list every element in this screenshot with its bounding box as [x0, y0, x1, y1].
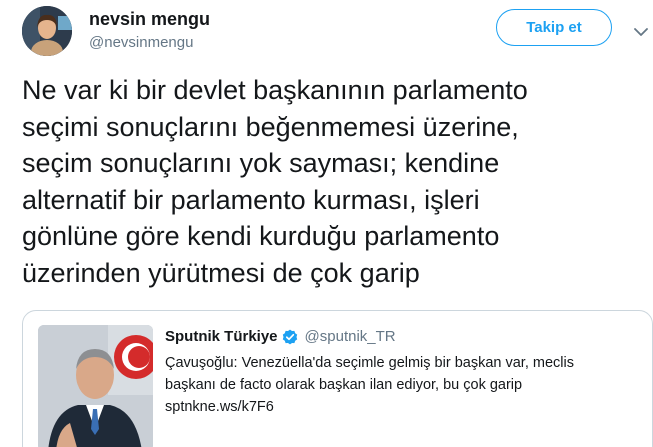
author-name[interactable]: nevsin mengu — [89, 9, 210, 30]
quoted-author-handle[interactable]: @sputnik_TR — [305, 328, 396, 345]
tweet-text-line: Ne var ki bir devlet başkanının parlamen… — [22, 75, 528, 105]
quoted-tweet[interactable]: Sputnik Türkiye @sputnik_TR Çavuşoğlu: V… — [22, 310, 653, 447]
quoted-text-line: başkanı de facto olarak başkan ilan ediy… — [165, 377, 523, 393]
quoted-tweet-text: Çavuşoğlu: Venezüella'da seçimle gelmiş … — [165, 352, 650, 418]
verified-badge-icon — [282, 329, 298, 345]
quoted-tweet-header: Sputnik Türkiye @sputnik_TR — [165, 328, 396, 345]
quoted-text-line: Çavuşoğlu: Venezüella'da seçimle gelmiş … — [165, 355, 574, 371]
tweet-text-line: seçimi sonuçlarını beğenmemesi üzerine, — [22, 111, 519, 142]
author-handle[interactable]: @nevsinmengu — [89, 34, 193, 51]
chevron-down-icon[interactable] — [634, 24, 648, 36]
tweet-text-line: üzerinden yürütmesi de çok garip — [22, 257, 420, 288]
tweet-text-line: gönlüne göre kendi kurduğu parlamento — [22, 221, 500, 251]
quoted-author-name[interactable]: Sputnik Türkiye — [165, 328, 278, 345]
follow-button[interactable]: Takip et — [496, 9, 612, 46]
tweet-text: Ne var ki bir devlet başkanının parlamen… — [22, 72, 642, 291]
tweet-card: nevsin mengu @nevsinmengu Takip et Ne va… — [0, 0, 653, 447]
tweet-text-line: seçim sonuçlarını yok sayması; kendine — [22, 148, 500, 178]
tweet-text-line: alternatif bir parlamento kurması, işler… — [22, 184, 480, 215]
quoted-tweet-image[interactable] — [38, 325, 153, 447]
quoted-link[interactable]: sptnkne.ws/k7F6 — [165, 396, 650, 418]
avatar[interactable] — [22, 6, 72, 56]
